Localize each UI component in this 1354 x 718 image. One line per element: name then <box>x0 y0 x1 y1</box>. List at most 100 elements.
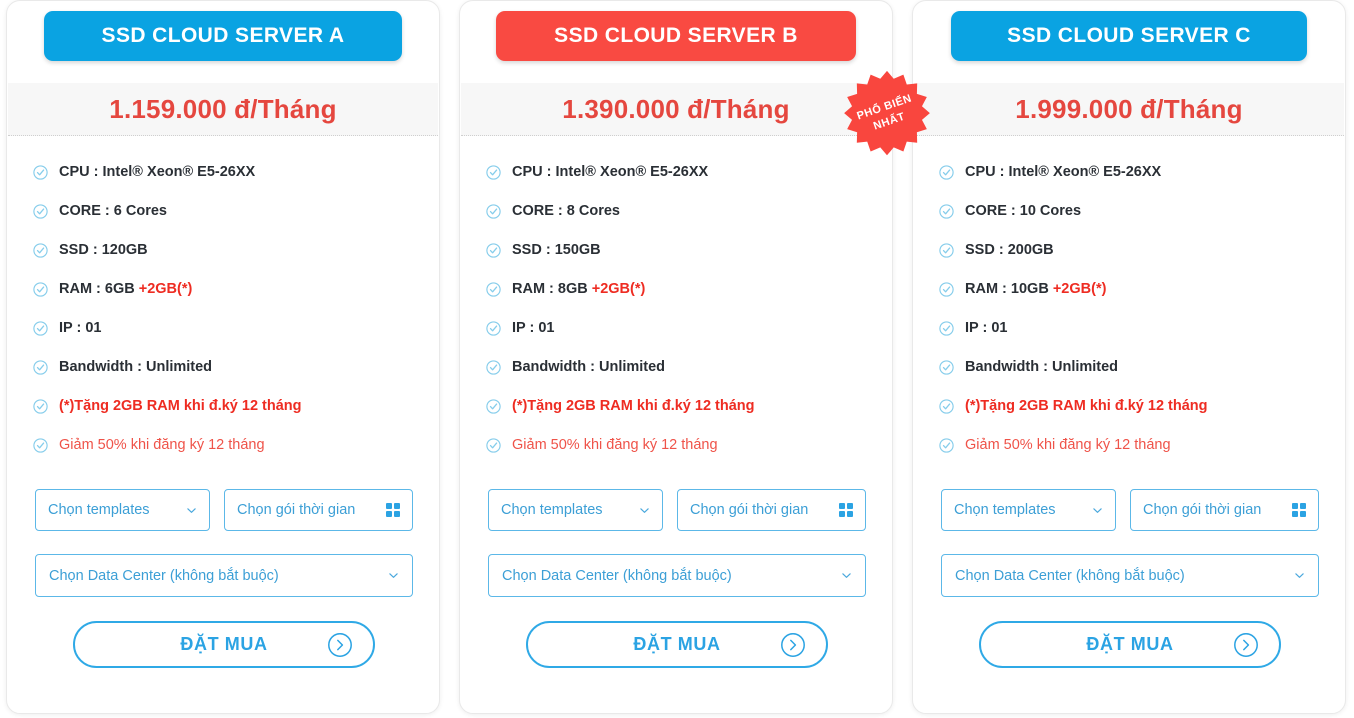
pricing-card-a: SSD CLOUD SERVER A 1.159.000 đ/Tháng CPU… <box>6 0 440 714</box>
feature-label: CORE : 10 Cores <box>965 203 1082 219</box>
grid-icon <box>386 503 400 517</box>
select-row-b: Chọn templates Chọn gói thời gian <box>488 489 866 531</box>
order-button-label-b: ĐẶT MUA <box>633 634 721 654</box>
feature-item: CPU : Intel® Xeon® E5-26XX <box>33 163 417 202</box>
feature-label: IP : 01 <box>965 320 1008 336</box>
plan-title-b: SSD CLOUD SERVER B <box>496 11 856 61</box>
feature-list-b: CPU : Intel® Xeon® E5-26XX CORE : 8 Cores… <box>486 163 870 475</box>
check-circle-icon <box>33 360 48 375</box>
select-templates-label-c: Chọn templates <box>954 502 1056 518</box>
feature-label: Bandwidth : Unlimited <box>59 359 213 375</box>
select-duration-b[interactable]: Chọn gói thời gian <box>677 489 866 531</box>
chevron-down-icon <box>186 505 197 516</box>
select-duration-c[interactable]: Chọn gói thời gian <box>1130 489 1319 531</box>
price-band-b: 1.390.000 đ/Tháng <box>461 83 891 136</box>
feature-label: SSD : 150GB <box>512 242 601 258</box>
feature-item: IP : 01 <box>33 319 417 358</box>
select-datacenter-b[interactable]: Chọn Data Center (không bắt buộc) <box>488 554 866 597</box>
feature-item: (*)Tặng 2GB RAM khi đ.ký 12 tháng <box>486 397 870 436</box>
order-button-c[interactable]: ĐẶT MUA <box>979 621 1281 668</box>
feature-item: Bandwidth : Unlimited <box>33 358 417 397</box>
feature-label: CORE : 6 Cores <box>59 203 167 219</box>
check-circle-icon <box>486 321 501 336</box>
pricing-cards-row: SSD CLOUD SERVER A 1.159.000 đ/Tháng CPU… <box>0 0 1354 718</box>
chevron-down-icon <box>1092 505 1103 516</box>
feature-highlight: +2GB(*) <box>591 281 646 297</box>
check-circle-icon <box>33 399 48 414</box>
check-circle-icon <box>486 282 501 297</box>
grid-icon <box>839 503 853 517</box>
select-datacenter-c[interactable]: Chọn Data Center (không bắt buộc) <box>941 554 1319 597</box>
feature-label: (*)Tặng 2GB RAM khi đ.ký 12 tháng <box>965 398 1208 414</box>
check-circle-icon <box>486 360 501 375</box>
feature-item: SSD : 200GB <box>939 241 1323 280</box>
feature-list-c: CPU : Intel® Xeon® E5-26XX CORE : 10 Core… <box>939 163 1323 475</box>
arrow-right-circle-icon <box>327 632 353 658</box>
arrow-right-circle-icon <box>1233 632 1259 658</box>
feature-label: Bandwidth : Unlimited <box>512 359 666 375</box>
select-datacenter-a[interactable]: Chọn Data Center (không bắt buộc) <box>35 554 413 597</box>
check-circle-icon <box>33 321 48 336</box>
feature-item: Bandwidth : Unlimited <box>486 358 870 397</box>
check-circle-icon <box>33 204 48 219</box>
chevron-down-icon <box>1294 570 1305 581</box>
price-band-a: 1.159.000 đ/Tháng <box>8 83 438 136</box>
select-duration-a[interactable]: Chọn gói thời gian <box>224 489 413 531</box>
most-popular-badge[interactable]: PHỔ BIẾN NHẤT <box>841 69 933 161</box>
plan-header-c: SSD CLOUD SERVER C <box>913 11 1345 61</box>
feature-item: SSD : 150GB <box>486 241 870 280</box>
select-templates-a[interactable]: Chọn templates <box>35 489 210 531</box>
order-button-label-a: ĐẶT MUA <box>180 634 268 654</box>
select-templates-c[interactable]: Chọn templates <box>941 489 1116 531</box>
feature-item: Giảm 50% khi đăng ký 12 tháng <box>486 436 870 475</box>
select-templates-label-b: Chọn templates <box>501 502 603 518</box>
chevron-down-icon <box>388 570 399 581</box>
check-circle-icon <box>939 438 954 453</box>
feature-highlight: +2GB(*) <box>138 281 193 297</box>
select-datacenter-label-b: Chọn Data Center (không bắt buộc) <box>502 567 732 584</box>
feature-label: Giảm 50% khi đăng ký 12 tháng <box>59 437 265 453</box>
feature-label: IP : 01 <box>59 320 102 336</box>
feature-item: CPU : Intel® Xeon® E5-26XX <box>939 163 1323 202</box>
select-templates-b[interactable]: Chọn templates <box>488 489 663 531</box>
order-button-b[interactable]: ĐẶT MUA <box>526 621 828 668</box>
price-c: 1.999.000 đ/Tháng <box>1015 93 1243 124</box>
order-button-a[interactable]: ĐẶT MUA <box>73 621 375 668</box>
pricing-card-b: SSD CLOUD SERVER B 1.390.000 đ/Tháng PHỔ… <box>459 0 930 714</box>
check-circle-icon <box>33 282 48 297</box>
feature-item: RAM : 6GB +2GB(*) <box>33 280 417 319</box>
select-row-c: Chọn templates Chọn gói thời gian <box>941 489 1319 531</box>
check-circle-icon <box>486 165 501 180</box>
feature-item: IP : 01 <box>486 319 870 358</box>
feature-item: SSD : 120GB <box>33 241 417 280</box>
feature-item: CORE : 8 Cores <box>486 202 870 241</box>
feature-label: IP : 01 <box>512 320 555 336</box>
check-circle-icon <box>486 438 501 453</box>
check-circle-icon <box>939 360 954 375</box>
select-duration-label-c: Chọn gói thời gian <box>1143 502 1262 518</box>
feature-item: Bandwidth : Unlimited <box>939 358 1323 397</box>
select-duration-label-a: Chọn gói thời gian <box>237 502 356 518</box>
select-duration-label-b: Chọn gói thời gian <box>690 502 809 518</box>
feature-label: RAM : 6GB +2GB(*) <box>59 281 193 297</box>
plan-header-b: SSD CLOUD SERVER B <box>460 11 892 61</box>
chevron-down-icon <box>639 505 650 516</box>
price-a: 1.159.000 đ/Tháng <box>109 93 337 124</box>
pricing-card-c: SSD CLOUD SERVER C 1.999.000 đ/Tháng CPU… <box>912 0 1346 714</box>
feature-item: CORE : 6 Cores <box>33 202 417 241</box>
feature-label: CPU : Intel® Xeon® E5-26XX <box>965 164 1162 180</box>
feature-label: Giảm 50% khi đăng ký 12 tháng <box>965 437 1171 453</box>
feature-item: Giảm 50% khi đăng ký 12 tháng <box>939 436 1323 475</box>
feature-label: CPU : Intel® Xeon® E5-26XX <box>512 164 709 180</box>
feature-list-a: CPU : Intel® Xeon® E5-26XX CORE : 6 Cores… <box>33 163 417 475</box>
check-circle-icon <box>939 399 954 414</box>
check-circle-icon <box>939 165 954 180</box>
select-datacenter-label-a: Chọn Data Center (không bắt buộc) <box>49 567 279 584</box>
feature-highlight: +2GB(*) <box>1052 281 1107 297</box>
arrow-right-circle-icon <box>780 632 806 658</box>
feature-label: SSD : 120GB <box>59 242 148 258</box>
feature-label: (*)Tặng 2GB RAM khi đ.ký 12 tháng <box>59 398 302 414</box>
feature-label: SSD : 200GB <box>965 242 1054 258</box>
feature-item: CORE : 10 Cores <box>939 202 1323 241</box>
plan-title-a: SSD CLOUD SERVER A <box>44 11 402 61</box>
